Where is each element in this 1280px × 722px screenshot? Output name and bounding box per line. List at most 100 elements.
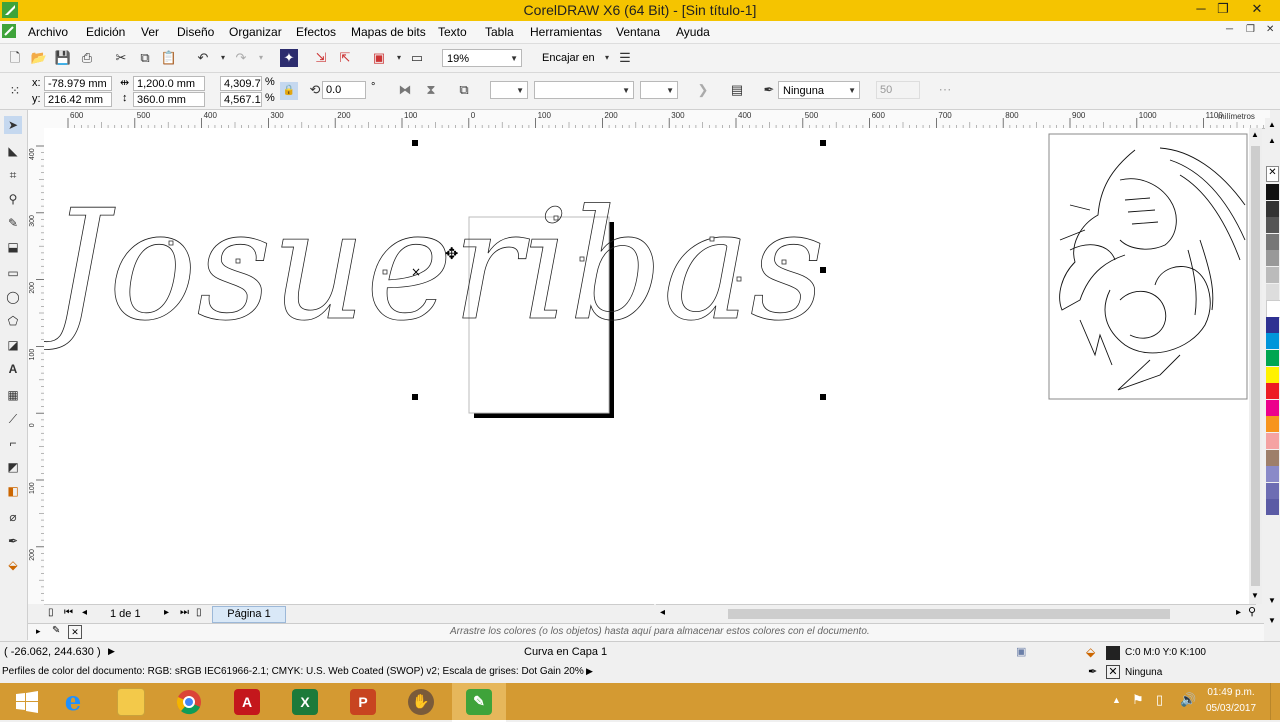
transparency-tool-icon[interactable]: ◧ xyxy=(4,482,22,500)
acrobat-button[interactable]: A xyxy=(220,683,274,720)
next-page-icon[interactable]: ▸ xyxy=(164,607,169,618)
eyedropper-icon[interactable]: ✎ xyxy=(52,625,60,636)
search-content-icon[interactable]: ✦ xyxy=(280,49,298,67)
internet-explorer-button[interactable]: e xyxy=(46,683,100,720)
color-swatch[interactable] xyxy=(1266,466,1279,483)
crop-tool-icon[interactable]: ⌗ xyxy=(4,166,22,184)
horizontal-scrollbar[interactable]: ◂ ▸ xyxy=(656,604,1256,623)
open-icon[interactable]: 📂 xyxy=(30,49,48,67)
scroll-right-icon[interactable]: ▸ xyxy=(1236,607,1241,618)
object-origin-icon[interactable]: ⁙ xyxy=(6,82,24,100)
color-proof-icon[interactable]: ▣ xyxy=(1016,645,1026,658)
clock-time[interactable]: 01:49 p.m. xyxy=(1204,687,1258,698)
first-page-icon[interactable]: ⏮ xyxy=(64,607,73,618)
last-page-icon[interactable]: ⏭ xyxy=(180,607,189,618)
menu-ventana[interactable]: Ventana xyxy=(616,25,660,39)
cut-icon[interactable]: ✂ xyxy=(112,49,130,67)
color-swatch[interactable] xyxy=(1266,416,1279,433)
save-icon[interactable]: 💾 xyxy=(54,49,72,67)
transform-icon[interactable]: ⧉ xyxy=(455,81,473,99)
color-swatch[interactable] xyxy=(1266,433,1279,449)
dragon-artwork[interactable] xyxy=(1048,133,1248,400)
color-swatch[interactable] xyxy=(1266,449,1279,466)
horizontal-scroll-thumb[interactable] xyxy=(728,609,1170,619)
height-field[interactable]: 360.0 mm xyxy=(133,92,205,107)
menu-diseno[interactable]: Diseño xyxy=(177,25,214,39)
color-select[interactable]: ▼ xyxy=(640,81,678,99)
palette-expand-icon[interactable]: ▼ xyxy=(1268,616,1276,625)
color-profiles-menu-icon[interactable]: ▶ xyxy=(586,666,593,677)
ellipse-tool-icon[interactable]: ◯ xyxy=(4,288,22,306)
flag-icon[interactable]: ⚑ xyxy=(1132,692,1144,708)
color-swatch[interactable] xyxy=(1266,233,1279,250)
color-swatch[interactable] xyxy=(1266,184,1279,200)
vertical-scrollbar[interactable]: ▲ ▼ xyxy=(1249,128,1262,604)
doc-restore-button[interactable]: ❐ xyxy=(1246,24,1255,35)
doc-palette-menu-icon[interactable]: ▸ xyxy=(36,626,41,637)
clock-date[interactable]: 05/03/2017 xyxy=(1204,703,1258,714)
fill-select[interactable]: ▼ xyxy=(490,81,528,99)
dimension-tool-icon[interactable]: ⟋ xyxy=(4,410,22,428)
page-tab[interactable]: Página 1 xyxy=(212,606,286,623)
color-swatch[interactable] xyxy=(1266,200,1279,217)
add-page-after-icon[interactable]: ▯ xyxy=(196,607,202,618)
ungroup-icon[interactable]: ⋯ xyxy=(936,81,954,99)
show-desktop-button[interactable] xyxy=(1270,683,1280,720)
wrap-icon[interactable]: ❯ xyxy=(694,81,712,99)
show-hidden-icons-icon[interactable]: ▲ xyxy=(1112,695,1121,705)
redo-dropdown-icon[interactable]: ▾ xyxy=(252,49,270,67)
fill-color-swatch[interactable] xyxy=(1106,646,1120,660)
outline-width-select[interactable]: Ninguna ▼ xyxy=(778,81,860,99)
freehand-tool-icon[interactable]: ✎ xyxy=(4,214,22,232)
publish-pdf-icon[interactable]: ▣ xyxy=(370,49,388,67)
undo-dropdown-icon[interactable]: ▾ xyxy=(214,49,232,67)
ruler-origin[interactable] xyxy=(28,110,45,129)
outline-tool-icon[interactable]: ✒ xyxy=(4,532,22,550)
menu-ver[interactable]: Ver xyxy=(141,25,159,39)
pattern-select[interactable]: ▼ xyxy=(534,81,634,99)
excel-button[interactable]: X xyxy=(278,683,332,720)
volume-icon[interactable]: 🔊 xyxy=(1180,692,1196,708)
new-document-icon[interactable]: 🗋 xyxy=(6,49,24,67)
navigator-zoom-icon[interactable]: ⚲ xyxy=(1248,605,1256,618)
blend-tool-icon[interactable]: ◩ xyxy=(4,458,22,476)
menu-mapas-de-bits[interactable]: Mapas de bits xyxy=(351,25,426,39)
chrome-button[interactable] xyxy=(162,683,216,720)
table-tool-icon[interactable]: ▦ xyxy=(4,386,22,404)
menu-texto[interactable]: Texto xyxy=(438,25,467,39)
palette-scroll-down-icon[interactable]: ▼ xyxy=(1268,596,1276,605)
previous-page-icon[interactable]: ◂ xyxy=(82,607,87,618)
undo-icon[interactable]: ↶ xyxy=(194,49,212,67)
mirror-horizontal-icon[interactable]: ⧓ xyxy=(396,81,414,99)
copy-icon[interactable]: ⧉ xyxy=(136,49,154,67)
color-swatch[interactable] xyxy=(1266,300,1280,319)
color-swatch[interactable] xyxy=(1266,316,1279,333)
close-button[interactable]: ✕ xyxy=(1234,0,1280,18)
zoom-tool-icon[interactable]: ⚲ xyxy=(4,190,22,208)
color-swatch[interactable] xyxy=(1266,250,1279,267)
snap-dropdown-icon[interactable]: ▾ xyxy=(598,49,616,67)
menu-efectos[interactable]: Efectos xyxy=(296,25,336,39)
color-swatch[interactable] xyxy=(1266,350,1279,366)
fill-tool-icon[interactable]: ⬙ xyxy=(4,556,22,574)
x-position-field[interactable]: -78.979 mm xyxy=(44,76,112,91)
publish-dropdown-icon[interactable]: ▾ xyxy=(390,49,408,67)
color-swatch[interactable] xyxy=(1266,333,1279,350)
no-color-swatch[interactable]: ✕ xyxy=(68,625,82,639)
export-icon[interactable]: ⇱ xyxy=(336,49,354,67)
polygon-tool-icon[interactable]: ⬠ xyxy=(4,312,22,330)
redo-icon[interactable]: ↷ xyxy=(232,49,250,67)
powerpoint-button[interactable]: P xyxy=(336,683,390,720)
palette-scroll-up-icon[interactable]: ▲ xyxy=(1268,136,1276,145)
width-field[interactable]: 1,200.0 mm xyxy=(133,76,205,91)
text-wrap-icon[interactable]: ▤ xyxy=(728,81,746,99)
file-explorer-button[interactable] xyxy=(104,683,158,720)
color-swatch[interactable] xyxy=(1266,499,1279,516)
y-position-field[interactable]: 216.42 mm xyxy=(44,92,112,107)
menu-organizar[interactable]: Organizar xyxy=(229,25,282,39)
menu-edicion[interactable]: Edición xyxy=(86,25,125,39)
add-page-before-icon[interactable]: ▯ xyxy=(48,607,54,618)
doc-close-button[interactable]: ✕ xyxy=(1266,24,1274,35)
import-icon[interactable]: ⇲ xyxy=(312,49,330,67)
vertical-scroll-thumb[interactable] xyxy=(1251,146,1260,586)
